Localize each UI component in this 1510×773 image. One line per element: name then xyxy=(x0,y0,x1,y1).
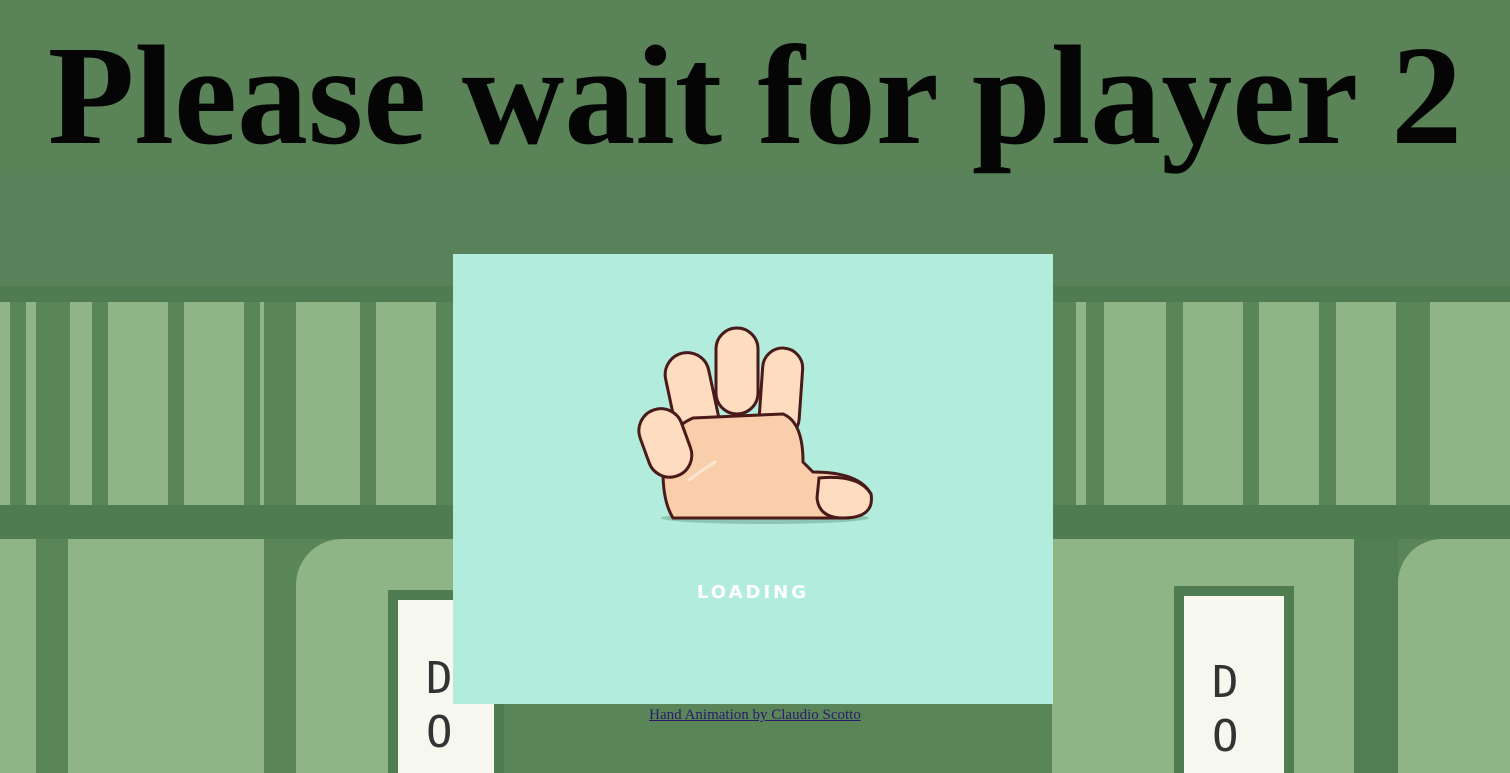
panel xyxy=(70,302,92,505)
panel xyxy=(184,302,244,505)
panel xyxy=(108,302,168,505)
panel xyxy=(296,302,360,505)
panel xyxy=(1430,302,1510,505)
panel xyxy=(1398,539,1510,773)
panel xyxy=(68,539,264,773)
page-title: Please wait for player 2 xyxy=(47,16,1463,174)
loading-status-text: LOADING xyxy=(696,582,810,603)
panel xyxy=(1183,302,1243,505)
panel xyxy=(1336,302,1396,505)
hand-animation-credit-link[interactable]: Hand Animation by Claudio Scotto xyxy=(649,707,861,723)
loading-panel: LOADING xyxy=(453,254,1053,704)
door-sign-right: D O xyxy=(1174,586,1294,773)
panel xyxy=(260,302,264,505)
waving-hand-icon xyxy=(637,326,873,524)
panel xyxy=(376,302,436,505)
post xyxy=(1354,539,1398,773)
panel xyxy=(26,302,36,505)
panel xyxy=(0,539,36,773)
panel xyxy=(1104,302,1166,505)
panel xyxy=(1259,302,1319,505)
credit-line: Hand Animation by Claudio Scotto xyxy=(0,707,1510,724)
panel xyxy=(1076,302,1086,505)
panel xyxy=(0,302,10,505)
